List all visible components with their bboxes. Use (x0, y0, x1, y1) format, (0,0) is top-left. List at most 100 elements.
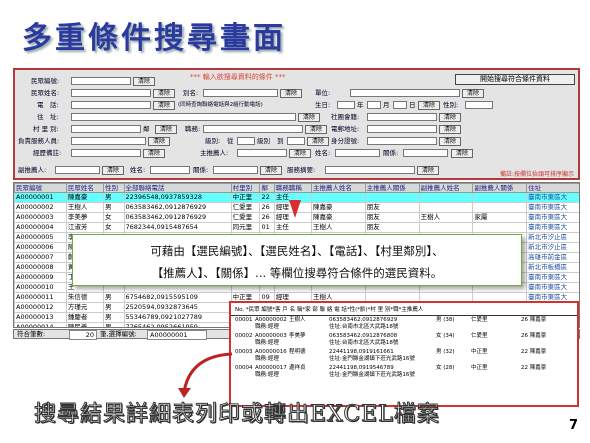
print-report: No. *民眾 編號*客 戶 名 稱*家 部 聯 絡 電 話*性(*齡)*村 里… (229, 301, 579, 407)
label-neighborhood: 鄰 (143, 125, 150, 133)
sub-referrer-select[interactable] (55, 166, 100, 174)
table-cell: A00000003 (14, 212, 67, 223)
voter-id-input[interactable] (71, 77, 131, 85)
table-cell: 江淑芳 (65, 222, 105, 233)
table-cell: 新北市汐止區 (526, 232, 579, 243)
clear-button[interactable]: 清除 (462, 89, 484, 98)
table-cell: 6754682,0915595109 (123, 292, 232, 303)
clear-button[interactable]: 清除 (153, 89, 175, 98)
table-cell: 063583462,0912876929 (123, 212, 232, 223)
main-referrer-select[interactable] (237, 149, 287, 157)
clear-button[interactable]: 清除 (133, 77, 155, 86)
report-field-name: 李美夢 (289, 333, 306, 339)
callout-line-2: 【推薦人】、【關係】... 等欄位搜尋符合條件的選民資料。 (151, 266, 443, 280)
label-service-staff: 負責服務人員: (18, 137, 60, 145)
report-field-phone: 22441198,0919546789 (329, 365, 394, 371)
clear-button[interactable]: 清除 (280, 89, 302, 98)
report-header: No. *民眾 編號*客 戶 名 稱*家 部 聯 絡 電 話*性(*齡)*村 里… (231, 303, 577, 316)
clear-button[interactable]: 清除 (260, 166, 282, 175)
column-header[interactable]: 民眾編號 (14, 183, 67, 193)
table-cell: 仁愛里 (230, 212, 261, 223)
birth-day-input[interactable] (393, 101, 407, 109)
position-input[interactable] (203, 125, 303, 133)
column-header[interactable]: 職務職稱 (273, 183, 313, 193)
table-cell (472, 222, 528, 233)
column-header[interactable]: 民眾姓名 (65, 183, 105, 193)
alias-input[interactable] (203, 89, 278, 97)
count-label: 符合筆數: (17, 330, 46, 338)
column-header[interactable]: 村里別 (230, 183, 261, 193)
bottom-caption: 搜尋結果詳細表列印或轉出EXCEL檔案 (34, 402, 440, 428)
address-input[interactable] (71, 113, 296, 121)
table-cell: 臺南市東區大 (526, 202, 579, 213)
clear-button[interactable]: 清除 (102, 166, 124, 175)
clear-button[interactable]: 清除 (289, 149, 311, 158)
report-field-name: 邊祥貞 (289, 365, 306, 371)
label-level-from: 從 (227, 137, 234, 145)
column-header[interactable]: 副推薦人關係 (472, 183, 528, 193)
history-input[interactable] (71, 149, 141, 157)
report-field-ref: 22 陳嘉豪 (521, 365, 547, 371)
clear-button[interactable]: 清除 (418, 101, 440, 110)
table-cell: 高雄市前金區 (526, 252, 579, 263)
clear-button[interactable]: 清除 (439, 137, 461, 146)
column-header[interactable]: 性別 (103, 183, 125, 193)
table-cell: 陳嘉豪 (65, 192, 105, 203)
service-staff-select[interactable] (71, 137, 146, 145)
clear-button[interactable]: 清除 (439, 125, 461, 134)
table-cell: 新北市板橋區 (526, 262, 579, 273)
table-cell: 01 (259, 222, 275, 233)
sub-relation-select[interactable] (213, 166, 258, 174)
column-header[interactable]: 鄰 (259, 183, 275, 193)
clear-button[interactable]: 清除 (155, 125, 177, 134)
report-field-addr: 住址:台南市北區大武路18號 (329, 324, 399, 330)
club-input[interactable] (367, 113, 437, 121)
table-cell: A00000009 (14, 272, 67, 283)
table-cell: A00000001 (14, 192, 67, 203)
level-to-input[interactable] (287, 137, 305, 145)
main-referrer-name-input[interactable] (335, 149, 380, 157)
table-row[interactable]: A00000004 江淑芳女 7682344,0915487654 同元里 01 主任 王樹… (14, 222, 579, 233)
selected-label: 筆,選擇編號: (100, 330, 137, 338)
report-field-sex: 女 (28) (436, 365, 455, 371)
page-title: 多重條件搜尋畫面 (22, 21, 286, 56)
level-from-input[interactable] (237, 137, 255, 145)
column-header[interactable]: 主推薦人姓名 (311, 183, 366, 193)
voter-name-input[interactable] (71, 89, 151, 97)
gender-select[interactable] (465, 101, 493, 109)
clear-button[interactable]: 清除 (451, 149, 473, 158)
service-summary-input[interactable] (325, 166, 415, 174)
table-cell: 臺南市東區大 (526, 192, 579, 203)
table-cell: A00000012 (14, 302, 67, 313)
birth-month-input[interactable] (367, 101, 381, 109)
column-header[interactable]: 住址 (526, 183, 579, 193)
table-cell: 中正里 (230, 192, 261, 203)
column-header[interactable]: 主推薦人關係 (364, 183, 420, 193)
relation-select[interactable] (403, 149, 448, 157)
clear-button[interactable]: 清除 (417, 166, 439, 175)
table-cell: A00000004 (14, 222, 67, 233)
clear-button[interactable]: 清除 (307, 137, 329, 146)
birth-year-input[interactable] (337, 101, 355, 109)
clear-button[interactable]: 清除 (298, 113, 320, 122)
email-input[interactable] (367, 125, 437, 133)
table-cell: A00000010 (14, 282, 67, 293)
report-field-sex: 男 (38) (436, 317, 455, 323)
table-cell: 男 (103, 312, 125, 323)
label-level: 級別: (205, 137, 221, 145)
clear-button[interactable]: 清除 (305, 125, 327, 134)
clear-button[interactable]: 清除 (143, 149, 165, 158)
unit-input[interactable] (350, 89, 460, 97)
column-header[interactable]: 全部聯絡電話 (123, 183, 232, 193)
table-cell: 新北市汐止區 (526, 242, 579, 253)
village-select[interactable] (71, 125, 141, 133)
column-header[interactable]: 副推薦人姓名 (418, 183, 474, 193)
report-field-job: 職務:經理 (255, 372, 279, 378)
phone-input[interactable] (71, 101, 151, 109)
clear-button[interactable]: 清除 (153, 101, 175, 110)
start-search-button[interactable]: 開始搜尋符合條件資料 (455, 74, 575, 85)
clear-button[interactable]: 清除 (148, 137, 170, 146)
id-number-input[interactable] (367, 137, 437, 145)
sub-referrer-name-input[interactable] (150, 166, 190, 174)
clear-button[interactable]: 清除 (439, 113, 461, 122)
